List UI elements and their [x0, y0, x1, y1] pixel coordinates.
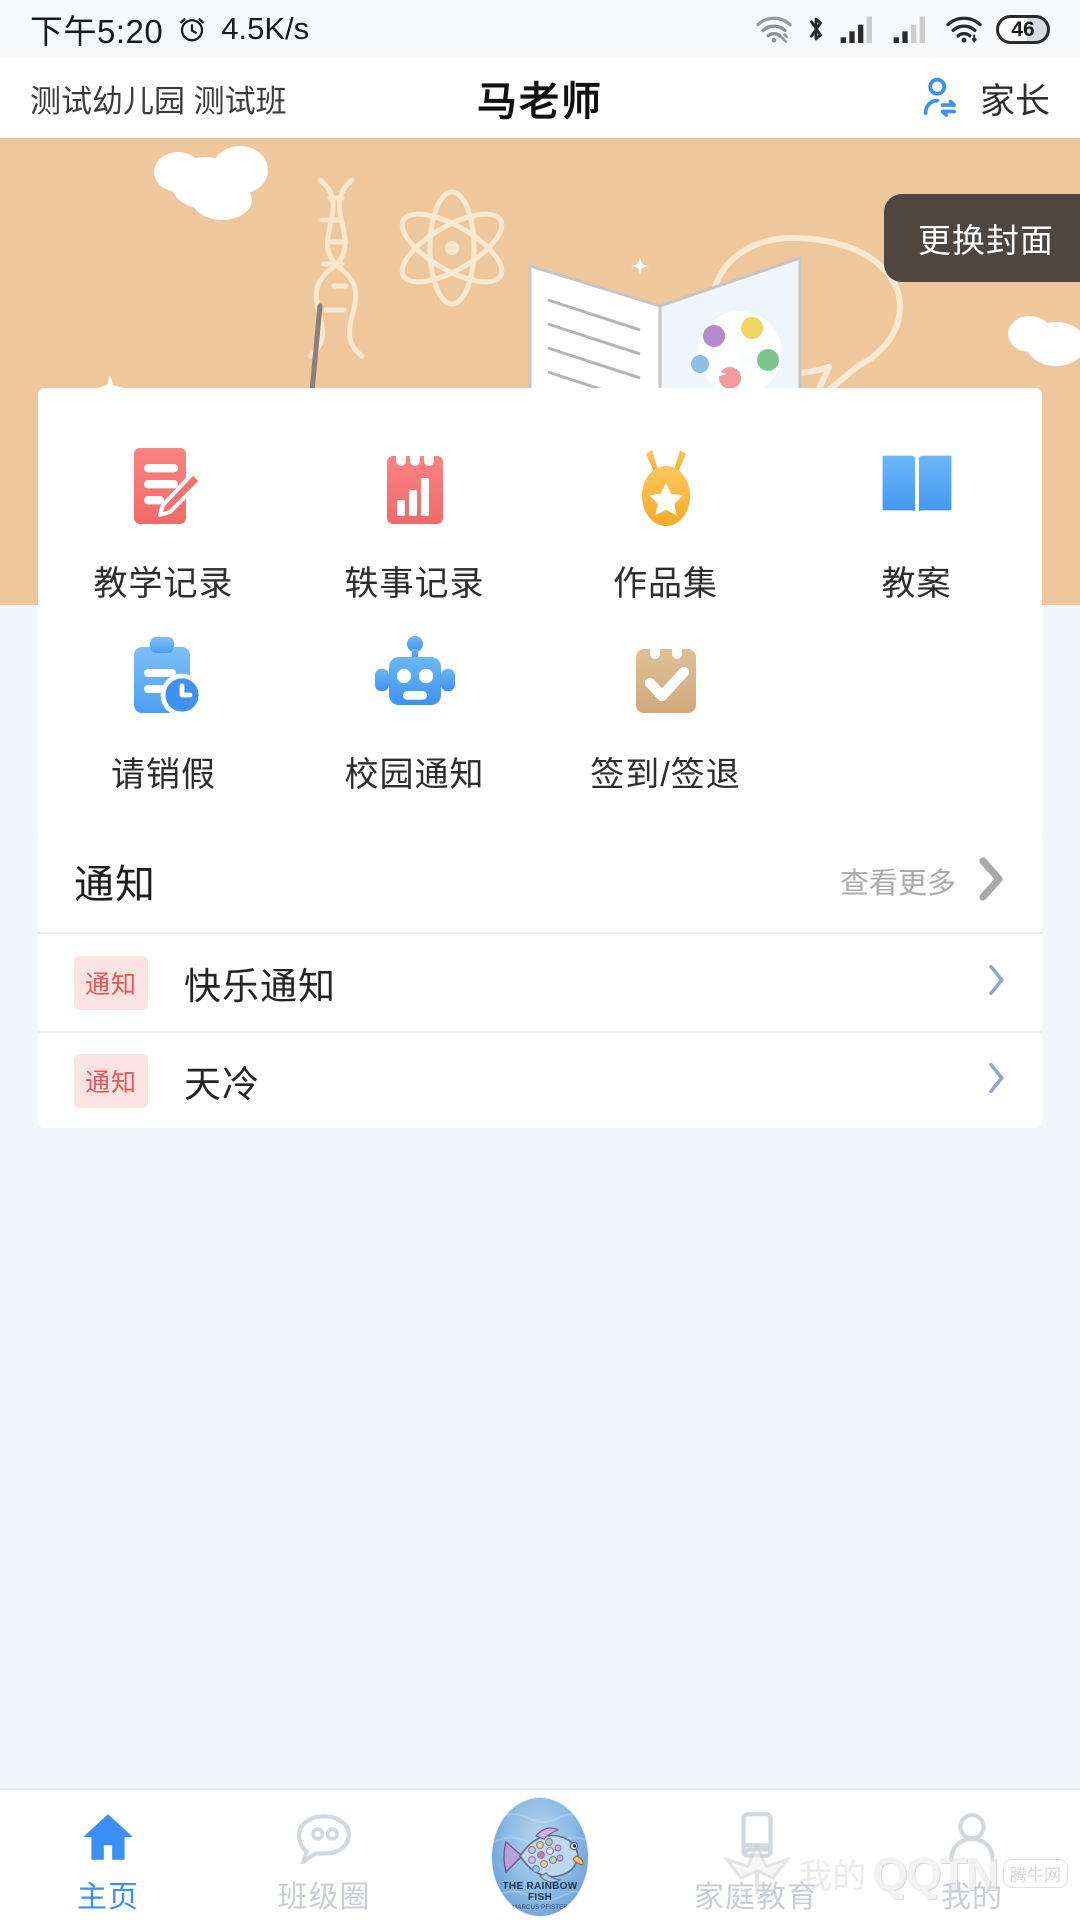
tab-label[interactable]: 我的 — [941, 1872, 1003, 1916]
menu-item-label: 请销假 — [111, 756, 216, 794]
network-speed: 4.5K/s — [221, 11, 310, 46]
notice-list-item[interactable]: 通知 快乐通知 — [38, 934, 1042, 1031]
status-badge: 通知 — [74, 955, 149, 1010]
menu-item-label: 签到/签退 — [590, 756, 741, 794]
menu-item-label: 轶事记录 — [344, 565, 485, 603]
view-more-label[interactable]: 查看更多 — [840, 860, 956, 902]
menu-item-label: 校园通知 — [344, 756, 485, 794]
status-badge: 通知 — [74, 1053, 149, 1108]
menu-item-anecdote-record[interactable]: 轶事记录 — [289, 420, 540, 611]
robot-icon — [367, 629, 463, 725]
change-cover-button[interactable]: 更换封面 — [884, 194, 1080, 282]
chat-bubble-icon[interactable] — [295, 1804, 353, 1864]
tab-rainbow-fish[interactable]: THE RAINBOW FISH MARCUS PFISTER — [432, 1798, 648, 1916]
battery-indicator: 46 — [996, 14, 1050, 44]
clipboard-clock-icon — [116, 629, 212, 725]
notice-title: 天冷 — [184, 1063, 261, 1105]
notepad-chart-icon — [367, 438, 463, 534]
user-switch-icon[interactable] — [916, 75, 962, 121]
notices-title: 通知 — [74, 863, 156, 907]
person-icon[interactable] — [943, 1804, 1001, 1864]
notices-header: 通知 查看更多 — [38, 830, 1042, 934]
rainbow-fish-icon[interactable]: THE RAINBOW FISH MARCUS PFISTER — [492, 1798, 588, 1916]
menu-row-2: 请销假 校园通知 签到/签退 — [38, 611, 1042, 802]
battery-level: 46 — [1011, 17, 1035, 41]
menu-item-school-notice[interactable]: 校园通知 — [289, 611, 540, 802]
notice-title: 快乐通知 — [184, 965, 337, 1007]
signal-sim1-icon — [839, 14, 879, 44]
tab-family-education[interactable]: 家庭教育 — [648, 1804, 864, 1916]
tab-mine[interactable]: 我的 — [864, 1804, 1080, 1916]
fish-author: MARCUS PFISTER — [512, 1905, 568, 1911]
menu-item-label: 教案 — [881, 565, 952, 603]
document-pencil-icon — [116, 438, 212, 534]
book-icon[interactable] — [727, 1804, 785, 1864]
tab-class-circle[interactable]: 班级圈 — [216, 1804, 432, 1916]
menu-grid-card: 教学记录 轶事记录 作品集 教案 请销假 校园通知 签到/签退 — [38, 388, 1042, 836]
bottom-tab-bar: 主页 班级圈 THE RAINBOW FISH MARCUS PFISTER 家… — [0, 1788, 1080, 1920]
tab-label[interactable]: 家庭教育 — [694, 1872, 818, 1916]
calendar-check-icon — [618, 629, 714, 725]
wifi-icon — [945, 14, 983, 44]
fish-title: THE RAINBOW FISH — [502, 1881, 578, 1903]
tab-label[interactable]: 班级圈 — [278, 1872, 371, 1916]
view-more-button[interactable]: 查看更多 — [840, 856, 1006, 906]
bluetooth-icon — [806, 14, 826, 44]
alarm-clock-icon — [177, 14, 207, 44]
menu-row-1: 教学记录 轶事记录 作品集 教案 — [38, 420, 1042, 611]
status-time: 下午5:20 — [30, 13, 164, 50]
menu-cell-empty — [791, 611, 1042, 802]
chevron-right-icon[interactable] — [986, 963, 1006, 1002]
notice-list-item[interactable]: 通知 天冷 — [38, 1031, 1042, 1128]
menu-item-teaching-record[interactable]: 教学记录 — [38, 420, 289, 611]
role-label[interactable]: 家长 — [980, 73, 1050, 124]
menu-item-checkin-checkout[interactable]: 签到/签退 — [540, 611, 791, 802]
status-bar-right: 46 — [755, 14, 1050, 44]
status-bar-left: 下午5:20 4.5K/s — [30, 5, 309, 53]
menu-item-portfolio[interactable]: 作品集 — [540, 420, 791, 611]
menu-item-label: 作品集 — [613, 565, 718, 603]
home-icon[interactable] — [79, 1804, 137, 1864]
role-switch-button[interactable]: 家长 — [916, 73, 1050, 124]
notices-card: 通知 查看更多 通知 快乐通知 通知 天冷 — [38, 830, 1042, 1128]
status-bar: 下午5:20 4.5K/s 46 — [0, 0, 1080, 58]
menu-item-lesson-plan[interactable]: 教案 — [791, 420, 1042, 611]
tab-label[interactable]: 主页 — [77, 1872, 139, 1916]
tab-home[interactable]: 主页 — [0, 1804, 216, 1916]
app-header: 测试幼儿园 测试班 马老师 家长 — [0, 58, 1080, 138]
chevron-right-icon[interactable] — [976, 856, 1006, 906]
chevron-right-icon[interactable] — [986, 1061, 1006, 1100]
signal-sim2-icon — [892, 14, 932, 44]
menu-item-leave-request[interactable]: 请销假 — [38, 611, 289, 802]
menu-item-label: 教学记录 — [93, 565, 234, 603]
wifi-link-icon — [755, 14, 793, 44]
open-book-icon — [869, 438, 965, 534]
medal-star-icon — [618, 438, 714, 534]
